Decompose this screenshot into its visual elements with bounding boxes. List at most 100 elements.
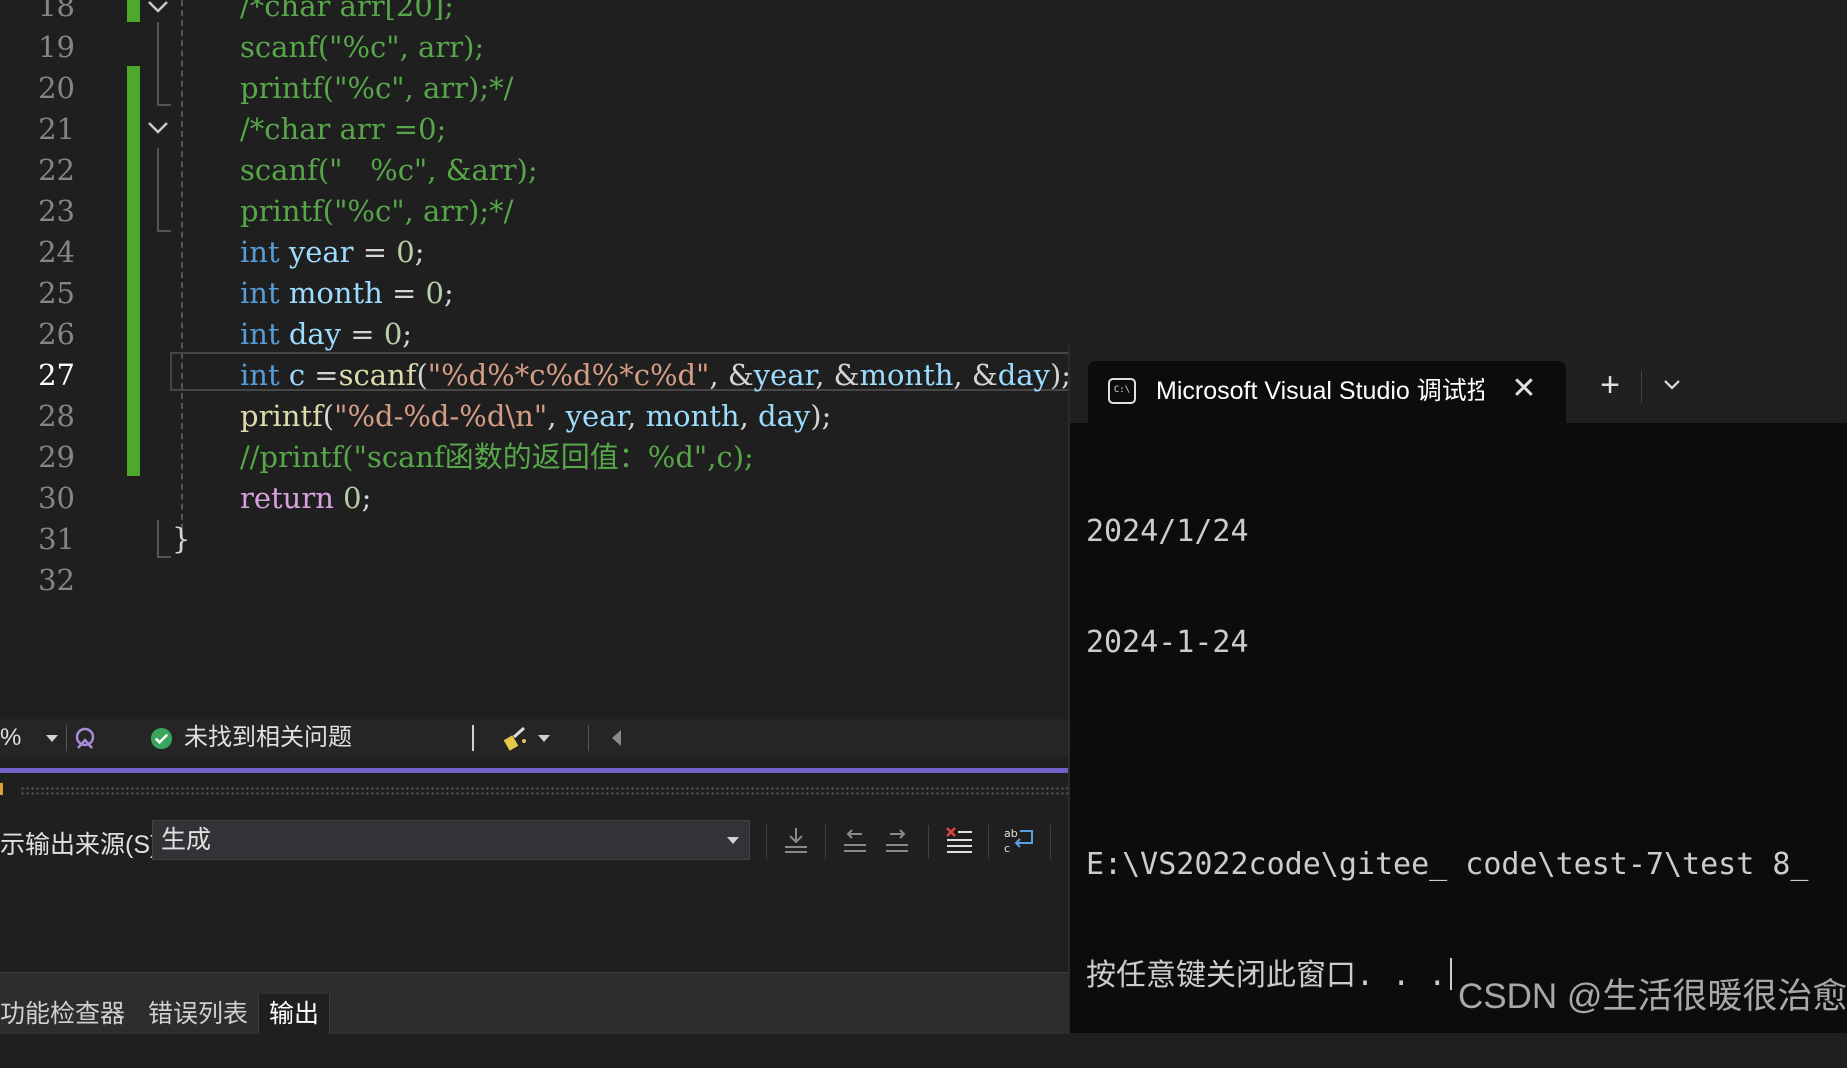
code-line[interactable]: 25 int month = 0;	[0, 273, 1070, 314]
code-token: int	[240, 235, 280, 269]
code-token: day	[288, 317, 342, 351]
code-token: (	[416, 358, 428, 392]
code-line[interactable]: 28 printf("%d-%d-%d\n", year, month, day)…	[0, 396, 1070, 437]
code-token: , &	[709, 358, 754, 392]
code-line[interactable]: 19 scanf("%c", arr);	[0, 27, 1070, 68]
code-line[interactable]: 24 int year = 0;	[0, 232, 1070, 273]
cleanup-dropdown-icon[interactable]	[538, 735, 550, 742]
check-circle-icon	[150, 727, 173, 750]
code-token: 0	[383, 317, 403, 351]
code-token: scanf("%c", arr);	[240, 30, 485, 64]
code-text: scanf("%c", arr);	[240, 27, 484, 68]
watermark: CSDN @生活很暖很治愈	[1458, 977, 1847, 1016]
code-token: );	[1049, 358, 1070, 392]
new-tab-plus-icon[interactable]: +	[1590, 365, 1630, 405]
code-token: ;	[361, 481, 372, 515]
clear-all-icon[interactable]	[942, 825, 976, 859]
terminal-line: E:\VS2022code\gitee_ code\test-7\test 8_	[1086, 847, 1809, 882]
code-token: =	[305, 358, 339, 392]
issues-status-text[interactable]: 未找到相关问题	[184, 719, 352, 757]
code-line[interactable]: 32	[0, 560, 1070, 601]
terminal-tab[interactable]: C:\ Microsoft Visual Studio 调试控制台 ✕	[1088, 361, 1566, 423]
code-line[interactable]: 23 printf("%c", arr);*/	[0, 191, 1070, 232]
divider	[66, 725, 67, 751]
zoom-level[interactable]: %	[0, 719, 21, 757]
code-token: day	[997, 358, 1050, 392]
tab-accessibility-checker[interactable]: 功能检查器	[0, 994, 125, 1034]
text-cursor	[1450, 958, 1453, 990]
code-token: year	[288, 235, 354, 269]
code-token: /*char arr[20];	[240, 0, 454, 23]
code-line[interactable]: 27 int c =scanf("%d%*c%d%*c%d", &year, &m…	[0, 355, 1070, 396]
close-icon[interactable]: ✕	[1506, 371, 1542, 407]
code-token: int	[240, 358, 280, 392]
divider	[1050, 825, 1051, 859]
word-wrap-icon[interactable]: ab c	[1002, 825, 1036, 859]
code-token: (	[322, 399, 335, 433]
code-text: /*char arr[20];	[240, 0, 454, 27]
tab-error-list[interactable]: 错误列表	[148, 994, 248, 1034]
code-text: scanf(" %c", &arr);	[240, 150, 538, 191]
code-token: /*char arr =0;	[240, 112, 447, 146]
code-token: int	[240, 276, 280, 310]
code-editor[interactable]: 18 /*char arr[20]; 19 scanf("%c", arr); 20 pr…	[0, 0, 1070, 720]
copilot-icon[interactable]	[72, 726, 98, 752]
terminal-line: 2024/1/24	[1086, 514, 1249, 549]
chevron-down-icon[interactable]	[1652, 365, 1692, 405]
code-text: int year = 0;	[240, 232, 425, 273]
line-number: 22	[38, 153, 75, 187]
code-token: scanf	[338, 358, 417, 392]
code-line[interactable]: 22 scanf(" %c", &arr);	[0, 150, 1070, 191]
divider	[472, 725, 474, 751]
terminal-line: 按任意键关闭此窗口. . .	[1086, 958, 1447, 993]
code-line[interactable]: 30 return 0;	[0, 478, 1070, 519]
line-number: 27	[38, 358, 75, 392]
code-line[interactable]: 29 //printf("scanf函数的返回值：%d",c);	[0, 437, 1070, 478]
find-message-icon[interactable]	[779, 825, 813, 859]
code-line[interactable]: 21 /*char arr =0;	[0, 109, 1070, 150]
terminal-tab-title: Microsoft Visual Studio 调试控制台	[1156, 377, 1484, 405]
line-number: 30	[38, 481, 75, 515]
terminal-line: 2024-1-24	[1086, 625, 1249, 660]
code-cleanup-brush-icon[interactable]	[502, 725, 530, 753]
code-token: ;	[444, 276, 454, 310]
editor-status-bar: % 未找到相关问题	[0, 719, 1070, 757]
code-line[interactable]: 18 /*char arr[20];	[0, 0, 1070, 27]
code-text: /*char arr =0;	[240, 109, 446, 150]
code-line[interactable]: 31}	[0, 519, 1070, 560]
output-source-label: 示输出来源(S):	[0, 831, 166, 859]
code-token: day	[758, 399, 811, 433]
svg-text:ab: ab	[1004, 827, 1018, 840]
tab-output[interactable]: 输出	[258, 994, 331, 1034]
code-token: =	[353, 235, 397, 269]
panel-edge-marker	[0, 783, 3, 795]
terminal-output[interactable]: 2024/1/24 2024-1-24 ​ E:\VS2022code\gite…	[1086, 439, 1808, 1068]
terminal-line: ​	[1086, 735, 1808, 772]
previous-message-icon[interactable]	[838, 825, 872, 859]
line-number: 20	[38, 71, 75, 105]
next-message-icon[interactable]	[880, 825, 914, 859]
code-text: }	[172, 519, 190, 560]
code-line[interactable]: 20 printf("%c", arr);*/	[0, 68, 1070, 109]
code-token: ,	[739, 399, 758, 433]
svg-text:c: c	[1004, 842, 1010, 855]
code-token: int	[240, 317, 280, 351]
debug-console-window: C:\ Microsoft Visual Studio 调试控制台 ✕ + 20…	[1068, 343, 1847, 1033]
console-icon: C:\	[1108, 378, 1136, 404]
code-text: printf("%d-%d-%d\n", year, month, day);	[240, 396, 831, 437]
panel-accent-line	[0, 768, 1070, 773]
code-token: "%d%*c%d%*c%d"	[427, 358, 710, 392]
code-token: );	[810, 399, 832, 433]
line-number: 24	[38, 235, 75, 269]
zoom-dropdown-icon[interactable]	[46, 735, 58, 742]
code-line[interactable]: 26 int day = 0;	[0, 314, 1070, 355]
output-source-select[interactable]: 生成	[152, 820, 750, 860]
output-text-area[interactable]	[0, 869, 1070, 969]
scroll-left-icon[interactable]	[612, 730, 621, 746]
panel-grip[interactable]	[20, 786, 1070, 796]
code-text: printf("%c", arr);*/	[240, 68, 513, 109]
code-token: ;	[402, 317, 413, 351]
line-number: 31	[38, 522, 75, 556]
